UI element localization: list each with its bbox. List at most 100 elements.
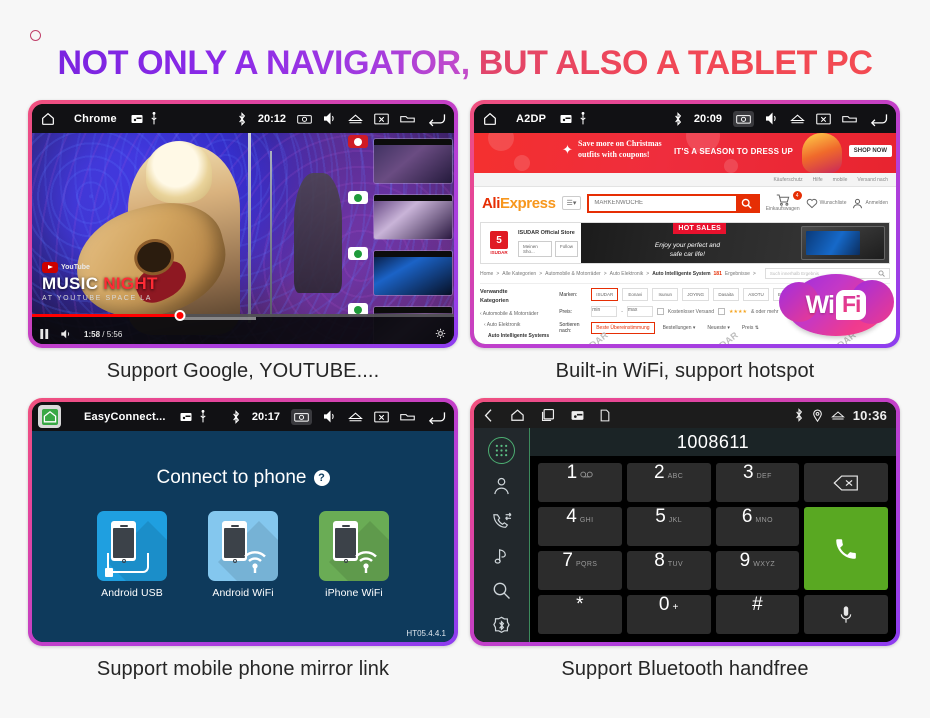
price-min-input[interactable]: min (591, 306, 618, 317)
rating-checkbox[interactable] (718, 308, 726, 315)
cart-button[interactable]: 4 Einkaufswagen (766, 191, 802, 212)
key-0[interactable]: 0 + (626, 595, 711, 634)
option-android-wifi[interactable]: Android WiFi (203, 511, 283, 599)
iphone-wifi-tile[interactable] (319, 511, 389, 581)
dialed-number[interactable]: 1008611 (530, 428, 896, 456)
free-shipping-checkbox[interactable] (656, 308, 664, 315)
volume-button[interactable] (61, 329, 72, 339)
recents-icon[interactable] (541, 408, 555, 422)
folder-icon[interactable] (400, 411, 415, 422)
easyconnect-home-icon[interactable] (38, 405, 61, 428)
eject-icon[interactable] (790, 113, 805, 125)
search-icon[interactable] (474, 574, 530, 607)
call-button[interactable] (804, 507, 888, 590)
brand-chip[interactable]: Dasaita (712, 288, 739, 301)
brand-chip[interactable]: Isunun (652, 288, 679, 301)
home-icon[interactable] (40, 111, 56, 127)
account-button[interactable]: Anmelden (852, 198, 888, 209)
aliexpress-logo[interactable]: AliExpress (482, 195, 556, 212)
breadcrumb-all-categories[interactable]: Alle Kategorien (502, 271, 536, 277)
folder-icon[interactable] (400, 113, 415, 124)
video-progress-knob[interactable] (174, 310, 186, 321)
back-icon[interactable] (868, 111, 888, 127)
breadcrumb-automobiles[interactable]: Automobile & Motorräder (545, 271, 601, 277)
video-thumbnail[interactable] (374, 251, 452, 295)
search-button[interactable] (735, 195, 758, 211)
key-2[interactable]: 2 ABC (626, 463, 711, 502)
key-star[interactable]: * (538, 595, 622, 634)
screen-off-icon[interactable] (374, 411, 389, 423)
shop-now-button[interactable]: SHOP NOW (848, 145, 892, 157)
key-8[interactable]: 8 TUV (626, 551, 711, 590)
wishlist-button[interactable]: Wunschliste (806, 198, 846, 209)
visit-store-button[interactable]: Meinen Sho... (518, 240, 552, 257)
brand-chip[interactable]: Eonavi (622, 288, 649, 301)
categories-menu-button[interactable]: ☰▾ (561, 196, 582, 210)
home-icon[interactable] (510, 408, 525, 422)
settings-gear-icon[interactable] (435, 328, 446, 339)
backspace-button[interactable] (804, 463, 888, 502)
key-7[interactable]: 7 PQRS (538, 551, 622, 590)
dialpad-icon[interactable] (474, 434, 530, 467)
key-5[interactable]: 5 JKL (626, 507, 711, 546)
brand-chip[interactable]: ASOTU (742, 288, 769, 301)
brand-chip[interactable]: ISUDAR (591, 288, 619, 301)
key-6[interactable]: 6 MNO (715, 507, 800, 546)
youtube-video-area[interactable]: YouTube MUSIC NIGHT AT YOUTUBE SPACE LA (32, 133, 454, 344)
volume-icon[interactable] (323, 410, 337, 423)
folder-icon[interactable] (842, 113, 857, 124)
android-usb-tile[interactable] (97, 511, 167, 581)
video-thumbnail[interactable] (374, 139, 452, 183)
screen-off-icon[interactable] (816, 113, 831, 125)
android-wifi-tile[interactable] (208, 511, 278, 581)
screen-off-icon[interactable] (374, 113, 389, 125)
help-icon[interactable]: ? (313, 470, 330, 486)
back-icon[interactable] (426, 111, 446, 127)
site-search[interactable] (587, 193, 760, 213)
follow-store-button[interactable]: Follow (554, 240, 578, 257)
price-max-input[interactable]: max (626, 306, 653, 317)
utility-buyer-protection[interactable]: Käuferschutz (773, 177, 802, 183)
camera-icon[interactable] (297, 113, 312, 125)
video-thumbnail[interactable] (374, 195, 452, 239)
utility-help[interactable]: Hilfe (813, 177, 823, 183)
promo-banner[interactable]: ✦ Save more on Christmas outfits with co… (474, 133, 896, 173)
video-progress-bar[interactable] (32, 310, 454, 321)
volume-icon[interactable] (323, 112, 337, 125)
video-controls[interactable]: 1:58 / 5:56 (32, 310, 454, 344)
music-icon[interactable] (474, 539, 530, 572)
search-input[interactable] (589, 195, 736, 211)
sim-icon[interactable] (600, 409, 610, 422)
back-icon[interactable] (426, 409, 446, 425)
breadcrumb-auto-electronics[interactable]: Auto Elektronik (610, 271, 644, 277)
screenshot-badge-recording[interactable] (348, 135, 368, 148)
screenshot-badge[interactable] (348, 247, 368, 260)
option-iphone-wifi[interactable]: iPhone WiFi (314, 511, 394, 599)
breadcrumb-home[interactable]: Home (480, 271, 493, 277)
utility-mobile[interactable]: mobile (833, 177, 848, 183)
pause-button[interactable] (40, 329, 49, 339)
eject-icon[interactable] (348, 411, 363, 423)
eject-icon[interactable] (348, 113, 363, 125)
key-hash[interactable]: # (715, 595, 800, 634)
contacts-icon[interactable] (474, 469, 530, 502)
camera-icon[interactable] (291, 408, 312, 425)
brand-chip[interactable]: JOYING (682, 288, 709, 301)
browser-content[interactable]: ✦ Save more on Christmas outfits with co… (474, 133, 896, 344)
volume-icon[interactable] (765, 112, 779, 125)
voice-dial-button[interactable] (804, 595, 888, 634)
sd-card-icon[interactable] (571, 410, 584, 421)
home-icon[interactable] (482, 111, 498, 127)
call-history-icon[interactable] (474, 504, 530, 537)
utility-ship-to[interactable]: Versand nach (857, 177, 888, 183)
screenshot-badge[interactable] (348, 191, 368, 204)
back-icon[interactable] (483, 408, 494, 423)
key-3[interactable]: 3 DEF (715, 463, 800, 502)
key-1[interactable]: 1 (538, 463, 622, 502)
store-banner[interactable]: 5 ISUDAR ISUDAR Official Store Meinen Sh… (480, 222, 890, 264)
key-4[interactable]: 4 GHI (538, 507, 622, 546)
camera-icon[interactable] (733, 110, 754, 127)
bluetooth-settings-icon[interactable] (474, 609, 530, 642)
option-android-usb[interactable]: Android USB (92, 511, 172, 599)
key-9[interactable]: 9 WXYZ (715, 551, 800, 590)
